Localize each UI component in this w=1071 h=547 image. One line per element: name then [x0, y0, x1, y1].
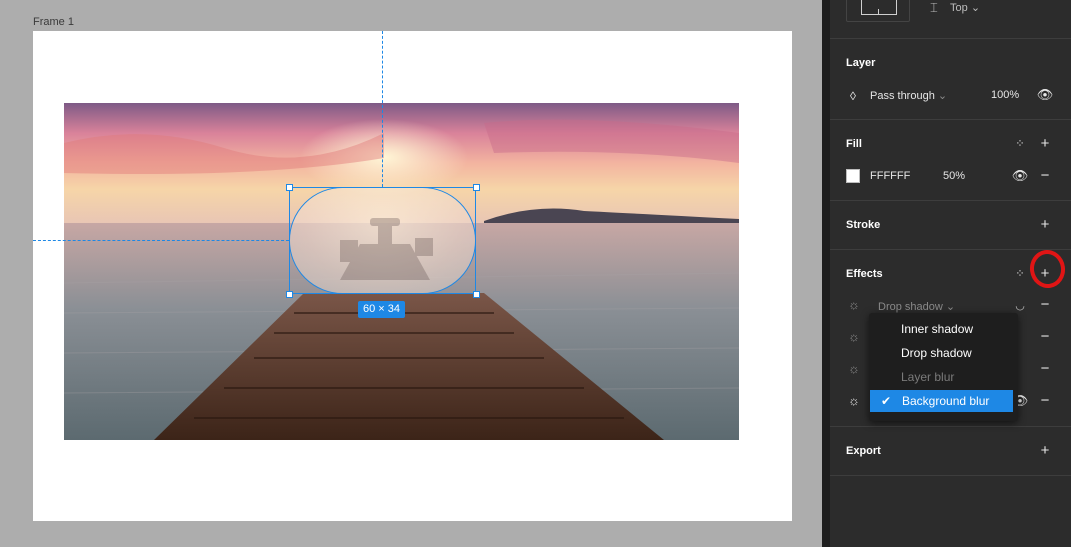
chevron-down-icon: ⌄: [937, 90, 948, 102]
menu-item-drop-shadow[interactable]: Drop shadow: [869, 342, 1018, 364]
eye-icon[interactable]: 👁: [1012, 168, 1029, 184]
effect-settings-sun-icon[interactable]: ☼: [846, 361, 862, 377]
checkmark-icon: ✔: [881, 394, 892, 408]
menu-item-label: Background blur: [902, 394, 990, 408]
effect-settings-sun-icon[interactable]: ☼: [846, 329, 862, 345]
layer-section: Layer ◊ Pass through ⌄ 100% 👁: [830, 39, 1071, 120]
constraint-widget[interactable]: [846, 0, 910, 22]
vertical-constraint-select[interactable]: Top ⌄: [950, 1, 980, 14]
remove-effect-minus-icon[interactable]: −: [1037, 361, 1053, 377]
blurred-pier-silhouette: [340, 218, 433, 280]
styles-grid-icon[interactable]: ⁘: [1012, 136, 1028, 152]
horizontal-guide-line: [33, 240, 289, 241]
resize-handle-bottom-left[interactable]: [286, 291, 293, 298]
menu-item-inner-shadow[interactable]: Inner shadow: [869, 318, 1018, 340]
export-title: Export: [846, 445, 881, 457]
fill-opacity-value[interactable]: 50%: [943, 170, 965, 182]
remove-fill-minus-icon[interactable]: −: [1037, 168, 1053, 184]
resize-handle-top-left[interactable]: [286, 184, 293, 191]
vertical-constraint-icon: ⌶: [930, 0, 938, 15]
effect-settings-sun-icon[interactable]: ☼: [846, 393, 862, 409]
constraints-section: ⌶ Top ⌄: [830, 0, 1071, 39]
chevron-down-icon: ⌄: [970, 2, 981, 14]
resize-handle-bottom-right[interactable]: [473, 291, 480, 298]
stroke-section: Stroke +: [830, 201, 1071, 250]
layer-title: Layer: [846, 57, 876, 69]
fill-hex-value[interactable]: FFFFFF: [870, 170, 910, 182]
fill-color-swatch[interactable]: [846, 169, 860, 183]
fill-title: Fill: [846, 138, 862, 150]
add-fill-plus-icon[interactable]: +: [1037, 136, 1053, 152]
layer-opacity-value[interactable]: 100%: [991, 89, 1019, 101]
blend-mode-icon: ◊: [850, 89, 856, 103]
effect-settings-sun-icon[interactable]: ☼: [846, 297, 862, 313]
dimension-badge: 60 × 34: [358, 301, 405, 318]
styles-grid-icon[interactable]: ⁘: [1012, 266, 1028, 282]
frame-label[interactable]: Frame 1: [33, 16, 74, 28]
menu-item-background-blur[interactable]: ✔ Background blur: [870, 390, 1013, 412]
blend-mode-select[interactable]: Pass through ⌄: [870, 89, 947, 102]
eye-icon[interactable]: 👁: [1037, 87, 1054, 103]
selected-pill-shape[interactable]: [289, 187, 476, 294]
stroke-title: Stroke: [846, 219, 881, 231]
add-export-plus-icon[interactable]: +: [1037, 443, 1053, 459]
design-canvas[interactable]: Frame 1 60 × 34: [0, 0, 822, 547]
menu-item-layer-blur[interactable]: Layer blur: [869, 366, 1018, 388]
effect-type-dropdown: Inner shadow Drop shadow Layer blur ✔ Ba…: [869, 313, 1018, 421]
remove-effect-minus-icon[interactable]: −: [1037, 329, 1053, 345]
resize-handle-top-right[interactable]: [473, 184, 480, 191]
export-section: Export +: [830, 427, 1071, 476]
add-stroke-plus-icon[interactable]: +: [1037, 217, 1053, 233]
effect-type-select[interactable]: Drop shadow ⌄: [878, 300, 955, 313]
fill-section: Fill ⁘ + FFFFFF 50% 👁 −: [830, 120, 1071, 201]
vertical-guide-line: [382, 31, 383, 187]
effects-title: Effects: [846, 268, 883, 280]
remove-effect-minus-icon[interactable]: −: [1037, 297, 1053, 313]
eye-closed-icon[interactable]: ◡: [1012, 298, 1028, 314]
remove-effect-minus-icon[interactable]: −: [1037, 393, 1053, 409]
